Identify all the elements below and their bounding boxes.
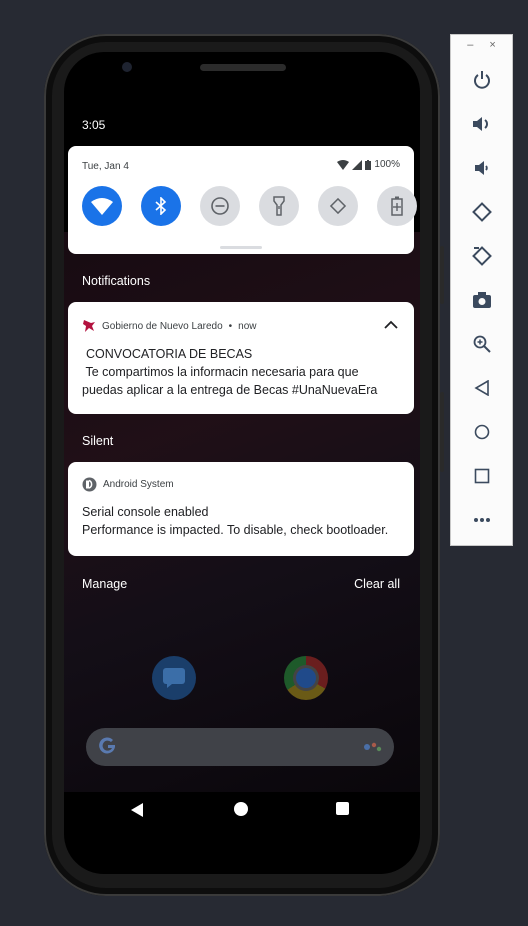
cell-signal-icon (352, 159, 363, 170)
silent-header: Silent (82, 434, 114, 448)
notification-app-name: Gobierno de Nuevo Laredo (102, 320, 223, 332)
volume-up-button[interactable] (451, 108, 512, 140)
notification-app-row: Android System (82, 477, 174, 492)
more-button[interactable] (451, 504, 512, 536)
notification-card-silent[interactable]: Android System Serial console enabled Pe… (68, 462, 414, 556)
message-bubble-icon (163, 668, 185, 688)
status-time: 3:05 (82, 118, 106, 132)
back-button[interactable] (451, 372, 512, 404)
chrome-app-icon[interactable] (284, 656, 328, 700)
messages-app-icon[interactable] (152, 656, 196, 700)
qs-tiles (82, 186, 417, 226)
volume-rocker (440, 246, 444, 304)
dnd-tile[interactable] (200, 186, 240, 226)
home-nav-icon[interactable] (234, 802, 248, 816)
power-key (440, 392, 444, 472)
back-triangle-icon (473, 380, 489, 396)
zoom-button[interactable] (451, 328, 512, 360)
notification-card[interactable]: Gobierno de Nuevo Laredo • now CONVOCATO… (68, 302, 414, 414)
overview-nav-icon[interactable] (336, 802, 349, 815)
camera-icon (472, 292, 491, 308)
volume-down-button[interactable] (451, 152, 512, 184)
overview-square-icon (474, 468, 489, 484)
google-g-icon (99, 737, 115, 754)
front-camera (122, 62, 132, 72)
battery-saver-icon (391, 196, 403, 216)
battery-percent: 100% (374, 159, 400, 170)
power-button[interactable] (451, 64, 512, 96)
manage-button[interactable]: Manage (82, 577, 127, 591)
panel-window-controls: – × (451, 39, 512, 51)
wifi-icon (91, 198, 113, 215)
battery-icon (365, 159, 372, 170)
wifi-signal-icon (337, 159, 350, 170)
notification-title: CONVOCATORIA DE BECAS (86, 347, 253, 361)
screenshot-button[interactable] (451, 284, 512, 316)
home-circle-icon (474, 424, 489, 440)
flashlight-icon (273, 196, 285, 216)
notification-app-name: Android System (103, 479, 174, 490)
phone-screen: 3:05 Tue, Jan 4 100% Notifications Gobie… (64, 52, 420, 874)
flashlight-tile[interactable] (259, 186, 299, 226)
overview-button[interactable] (451, 460, 512, 492)
auto-rotate-tile[interactable] (318, 186, 358, 226)
clear-all-button[interactable]: Clear all (354, 577, 400, 591)
separator-dot: • (228, 320, 233, 332)
earpiece-speaker (200, 64, 286, 71)
notifications-header: Notifications (82, 274, 151, 288)
chrome-center-icon (296, 668, 316, 688)
minimize-button[interactable]: – (467, 39, 473, 51)
gobierno-logo-icon (83, 320, 95, 332)
assistant-icon (364, 742, 382, 752)
rotate-left-icon (471, 202, 492, 222)
bluetooth-icon (155, 197, 167, 215)
notification-app-row: Gobierno de Nuevo Laredo • now (82, 319, 257, 333)
volume-up-icon (472, 117, 488, 131)
android-system-icon (82, 477, 97, 492)
rotate-left-button[interactable] (451, 196, 512, 228)
power-icon (473, 71, 490, 89)
bluetooth-tile[interactable] (141, 186, 181, 226)
notification-time: now (238, 320, 257, 332)
notification-title: Serial console enabled (82, 505, 209, 519)
notification-body: Te compartimos la informacin necesaria p… (82, 365, 378, 397)
chevron-up-icon[interactable] (384, 320, 398, 330)
more-dots-icon (473, 518, 490, 522)
google-search-bar[interactable] (86, 728, 394, 766)
volume-down-icon (474, 161, 488, 175)
rotate-right-button[interactable] (451, 240, 512, 272)
wifi-tile[interactable] (82, 186, 122, 226)
battery-saver-tile[interactable] (377, 186, 417, 226)
do-not-disturb-icon (211, 197, 229, 215)
zoom-in-icon (473, 335, 491, 353)
quick-settings-panel: Tue, Jan 4 100% (68, 146, 417, 254)
close-button[interactable]: × (489, 39, 495, 51)
auto-rotate-icon (329, 197, 347, 215)
home-button[interactable] (451, 416, 512, 448)
back-nav-icon[interactable] (130, 802, 144, 818)
rotate-right-icon (471, 246, 492, 266)
qs-date: Tue, Jan 4 (82, 161, 129, 172)
qs-drag-handle[interactable] (220, 246, 262, 249)
emulator-toolbar: – × (450, 34, 513, 546)
qs-status-icons: 100% (337, 159, 400, 170)
notification-body: Performance is impacted. To disable, che… (82, 523, 389, 537)
